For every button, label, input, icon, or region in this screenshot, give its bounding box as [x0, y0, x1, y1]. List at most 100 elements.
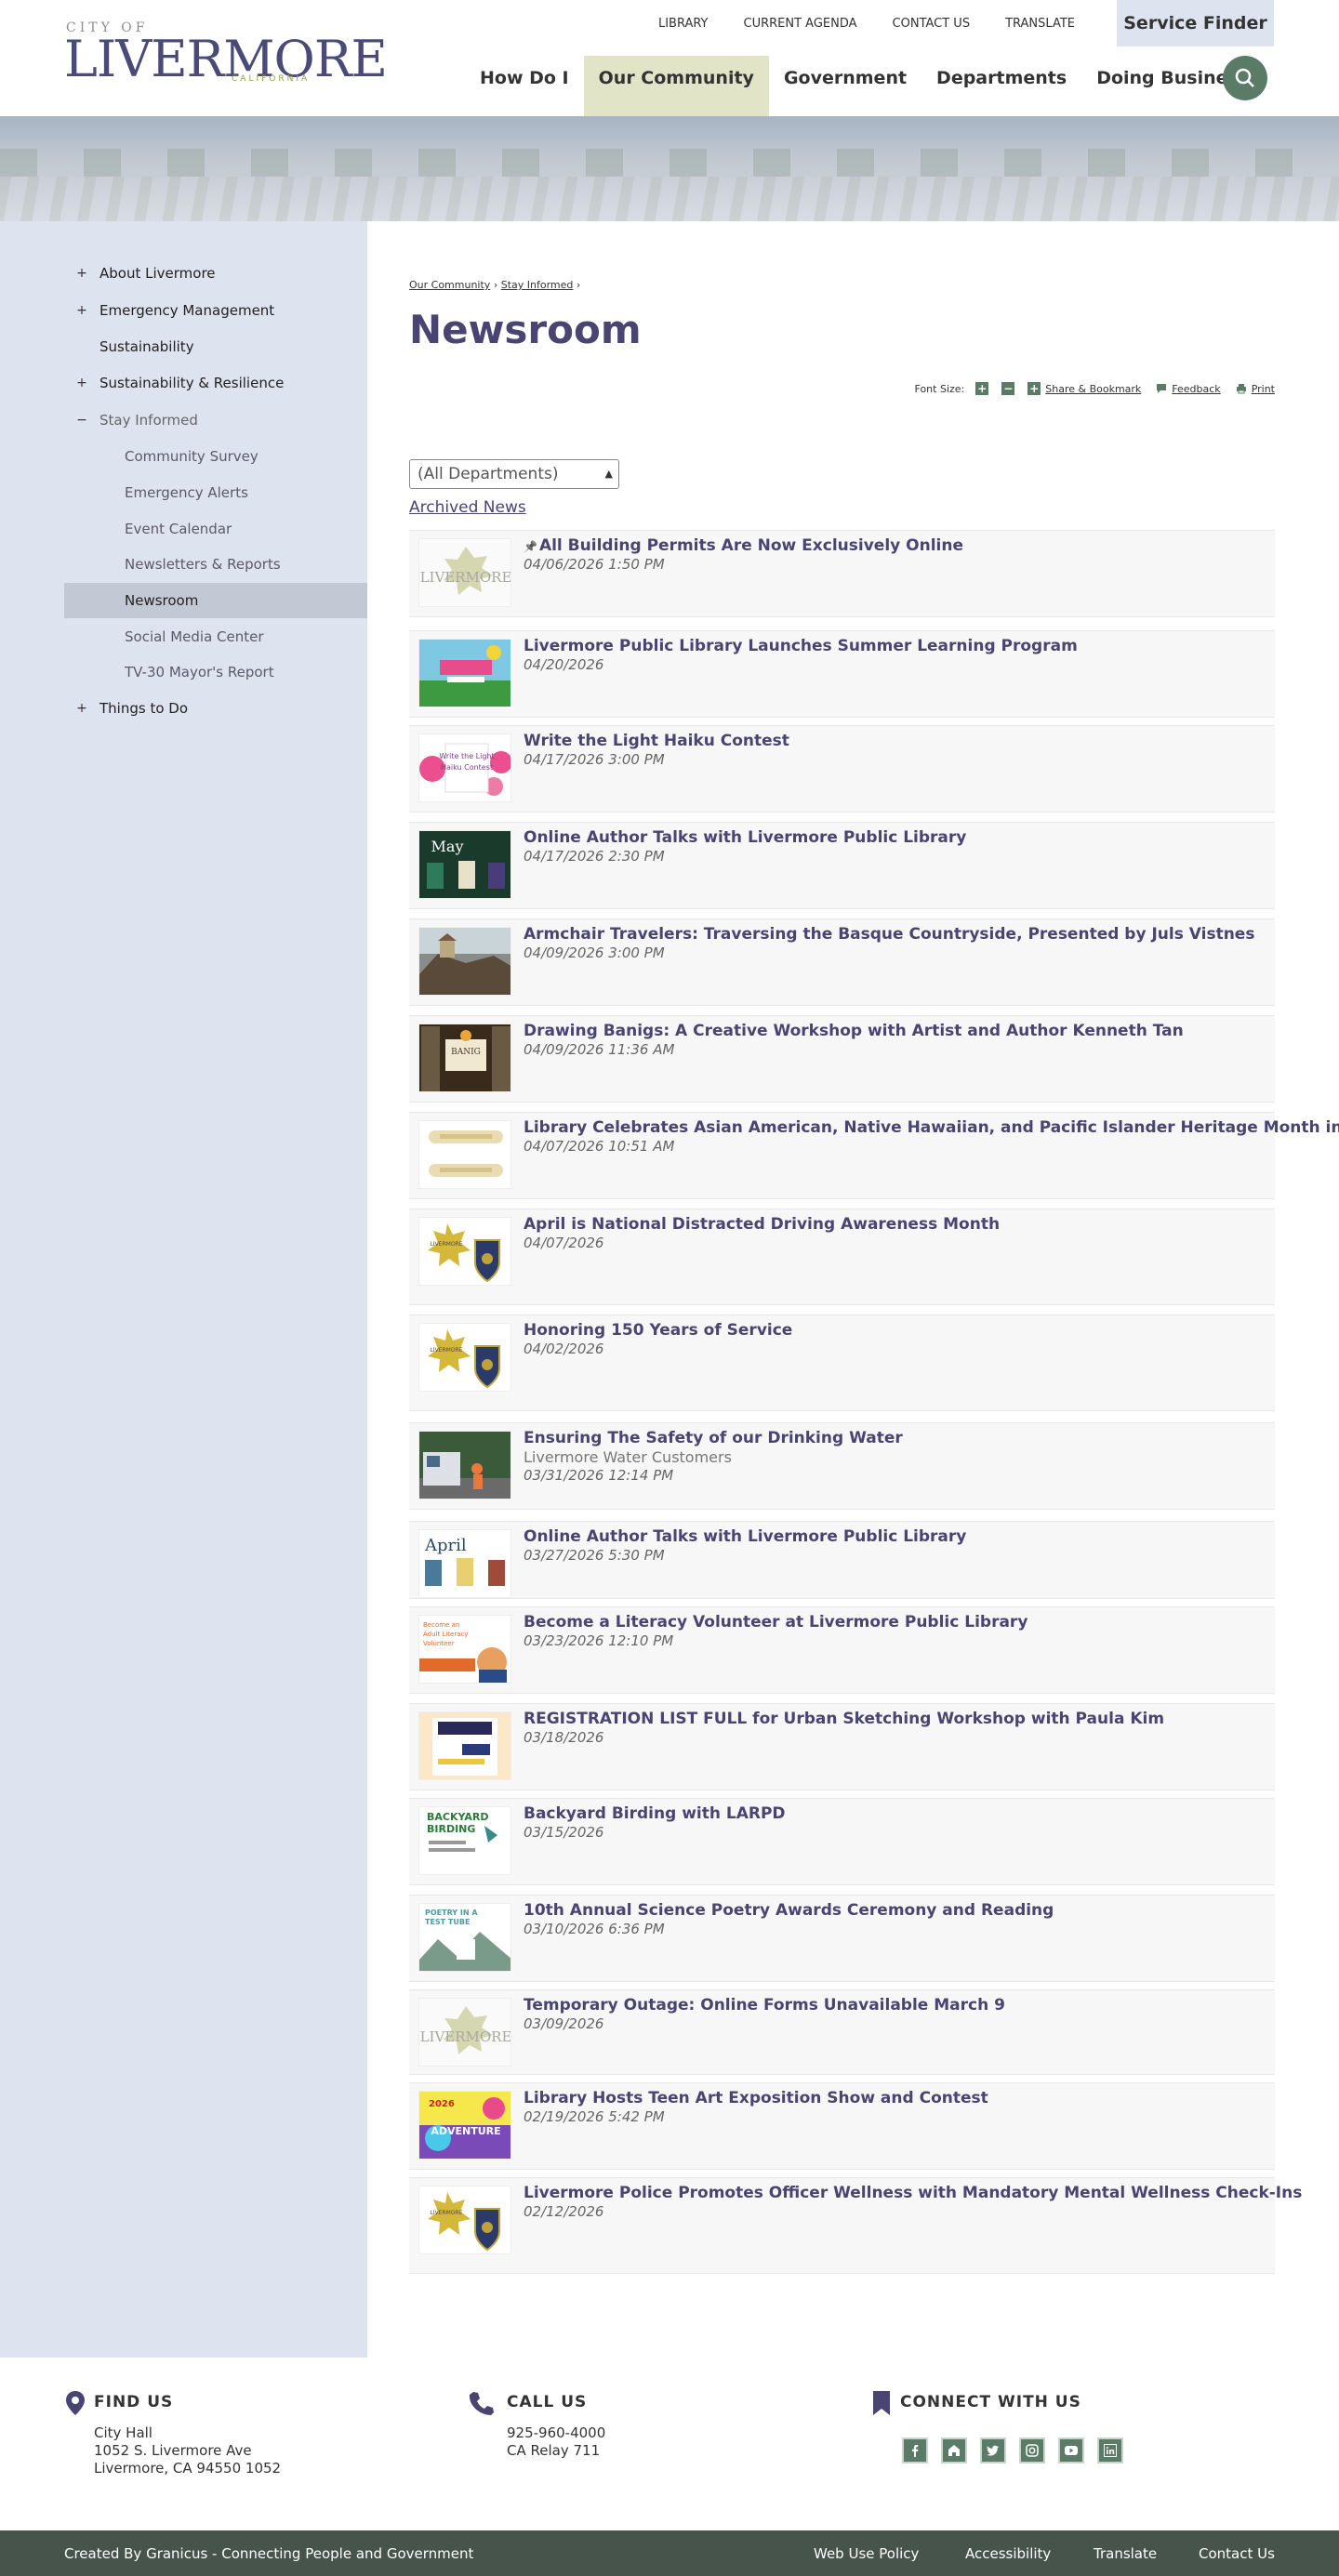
- font-decrease-icon[interactable]: −: [1001, 382, 1015, 395]
- print-link[interactable]: Print: [1252, 383, 1275, 395]
- news-item[interactable]: LIVERMORE Temporary Outage: Online Forms …: [409, 1989, 1275, 2075]
- util-link-translate[interactable]: TRANSLATE: [1005, 0, 1075, 46]
- nav-how-do-i[interactable]: How Do I: [465, 56, 584, 116]
- news-title[interactable]: Online Author Talks with Livermore Publi…: [524, 1527, 966, 1546]
- news-thumbnail[interactable]: [418, 639, 511, 707]
- news-title[interactable]: Livermore Police Promotes Officer Wellne…: [524, 2184, 1302, 2202]
- news-thumbnail[interactable]: [418, 1120, 511, 1189]
- nav-government[interactable]: Government: [769, 56, 921, 116]
- sidebar-sub-social-media[interactable]: Social Media Center: [64, 619, 367, 654]
- sidebar-sub-community-survey[interactable]: Community Survey: [64, 439, 367, 474]
- print-icon[interactable]: [1236, 383, 1247, 394]
- share-bookmark-link[interactable]: Share & Bookmark: [1045, 383, 1141, 395]
- nav-our-community[interactable]: Our Community: [583, 56, 769, 116]
- news-thumbnail[interactable]: Become an Adult Literacy Volunteer: [418, 1615, 511, 1684]
- news-thumbnail[interactable]: April: [418, 1529, 511, 1598]
- news-title[interactable]: Write the Light Haiku Contest: [524, 732, 789, 750]
- news-thumbnail[interactable]: BANIG: [418, 1024, 511, 1092]
- news-title[interactable]: Armchair Travelers: Traversing the Basqu…: [524, 925, 1254, 944]
- news-thumbnail[interactable]: LIVERMORE: [418, 1323, 511, 1392]
- news-item[interactable]: Livermore Public Library Launches Summer…: [409, 630, 1275, 718]
- expand-icon[interactable]: +: [75, 293, 88, 328]
- news-item[interactable]: May Online Author Talks with Livermore Pu…: [409, 822, 1275, 909]
- news-title[interactable]: Drawing Banigs: A Creative Workshop with…: [524, 1022, 1184, 1040]
- sidebar-item-things-to-do[interactable]: + Things to Do: [64, 691, 367, 726]
- news-title[interactable]: Become a Literacy Volunteer at Livermore…: [524, 1613, 1027, 1631]
- news-thumbnail[interactable]: Write the Light Haiku Contest: [418, 733, 511, 802]
- sidebar-item-about[interactable]: + About Livermore: [64, 256, 367, 291]
- sidebar-item-emergency-management[interactable]: + Emergency Management: [64, 293, 367, 328]
- youtube-icon[interactable]: [1058, 2437, 1084, 2464]
- news-title[interactable]: Ensuring The Safety of our Drinking Wate…: [524, 1429, 903, 1447]
- collapse-icon[interactable]: −: [75, 403, 88, 438]
- news-item[interactable]: POETRY IN A TEST TUBE 10th Annual Science …: [409, 1895, 1275, 1982]
- expand-icon[interactable]: +: [75, 691, 88, 726]
- sidebar-item-sustainability[interactable]: Sustainability: [64, 329, 367, 364]
- linkedin-icon[interactable]: [1097, 2437, 1123, 2464]
- expand-icon[interactable]: +: [75, 365, 88, 401]
- search-button[interactable]: [1223, 56, 1267, 100]
- news-item[interactable]: April Online Author Talks with Livermore …: [409, 1521, 1275, 1599]
- news-thumbnail[interactable]: LIVERMORE: [418, 538, 511, 607]
- util-link-agenda[interactable]: CURRENT AGENDA: [744, 0, 857, 46]
- news-item[interactable]: LIVERMORE 📌 All Building Permits Are Now E…: [409, 530, 1275, 617]
- news-item[interactable]: 2026 ADVENTURE Library Hosts Teen Art Expo…: [409, 2082, 1275, 2170]
- news-title[interactable]: 📌 All Building Permits Are Now Exclusivel…: [524, 536, 963, 555]
- news-title[interactable]: Livermore Public Library Launches Summer…: [524, 637, 1078, 655]
- feedback-link[interactable]: Feedback: [1172, 383, 1220, 395]
- feedback-icon[interactable]: [1156, 383, 1167, 394]
- sidebar-sub-emergency-alerts[interactable]: Emergency Alerts: [64, 475, 367, 510]
- news-title[interactable]: Library Celebrates Asian American, Nativ…: [524, 1118, 1339, 1137]
- news-title[interactable]: Online Author Talks with Livermore Publi…: [524, 828, 966, 847]
- sidebar-sub-newsroom[interactable]: Newsroom: [64, 583, 367, 618]
- news-thumbnail[interactable]: 2026 ADVENTURE: [418, 2091, 511, 2160]
- sidebar-sub-newsletters[interactable]: Newsletters & Reports: [64, 547, 367, 582]
- news-item[interactable]: LIVERMORE Livermore Police Promotes Offic…: [409, 2177, 1302, 2274]
- nav-departments[interactable]: Departments: [921, 56, 1081, 116]
- web-use-policy-link[interactable]: Web Use Policy: [814, 2545, 919, 2562]
- news-item[interactable]: BACKYARD BIRDING Backyard Birding with LAR…: [409, 1798, 1275, 1885]
- sidebar-item-sustainability-resilience[interactable]: + Sustainability & Resilience: [64, 365, 367, 401]
- util-link-contact[interactable]: CONTACT US: [893, 0, 971, 46]
- news-item[interactable]: SKETCHING REGISTRATION LIST FULL for Urba…: [409, 1703, 1275, 1790]
- archived-news-link[interactable]: Archived News: [409, 498, 526, 517]
- news-title[interactable]: April is National Distracted Driving Awa…: [524, 1215, 1000, 1234]
- news-item[interactable]: Become an Adult Literacy Volunteer Become a…: [409, 1606, 1275, 1694]
- share-icon[interactable]: +: [1027, 382, 1041, 395]
- city-logo[interactable]: CITY OF LIVERMORE CALIFORNIA: [64, 20, 388, 90]
- breadcrumb-our-community[interactable]: Our Community: [409, 279, 490, 291]
- font-increase-icon[interactable]: +: [975, 382, 989, 395]
- news-thumbnail[interactable]: [418, 1431, 511, 1499]
- sidebar-sub-event-calendar[interactable]: Event Calendar: [64, 511, 367, 547]
- news-item[interactable]: BANIG Drawing Banigs: A Creative Workshop…: [409, 1015, 1275, 1103]
- news-item[interactable]: LIVERMORE Honoring 150 Years of Service 04…: [409, 1314, 1275, 1411]
- sidebar-item-stay-informed[interactable]: − Stay Informed: [64, 403, 367, 438]
- news-thumbnail[interactable]: LIVERMORE: [418, 1998, 511, 2067]
- granicus-credit[interactable]: Created By Granicus - Connecting People …: [64, 2545, 473, 2562]
- news-thumbnail[interactable]: [418, 927, 511, 996]
- expand-icon[interactable]: +: [75, 256, 88, 291]
- news-thumbnail[interactable]: POETRY IN A TEST TUBE: [418, 1903, 511, 1972]
- facebook-icon[interactable]: [902, 2437, 928, 2464]
- news-thumbnail[interactable]: May: [418, 830, 511, 899]
- news-thumbnail[interactable]: BACKYARD BIRDING: [418, 1806, 511, 1875]
- news-title[interactable]: Honoring 150 Years of Service: [524, 1321, 792, 1340]
- sidebar-sub-tv30[interactable]: TV-30 Mayor's Report: [64, 654, 367, 690]
- accessibility-link[interactable]: Accessibility: [965, 2545, 1051, 2562]
- news-thumbnail[interactable]: LIVERMORE: [418, 2186, 511, 2254]
- contact-us-link[interactable]: Contact Us: [1199, 2545, 1275, 2562]
- news-item[interactable]: Write the Light Haiku Contest Write the Li…: [409, 725, 1275, 812]
- translate-link[interactable]: Translate: [1094, 2545, 1157, 2562]
- news-title[interactable]: Library Hosts Teen Art Exposition Show a…: [524, 2089, 988, 2107]
- news-title[interactable]: Temporary Outage: Online Forms Unavailab…: [524, 1996, 1005, 2015]
- footer-phone[interactable]: 925-960-4000: [507, 2424, 605, 2441]
- instagram-icon[interactable]: [1019, 2437, 1045, 2464]
- util-link-library[interactable]: LIBRARY: [658, 0, 709, 46]
- news-thumbnail[interactable]: LIVERMORE: [418, 1217, 511, 1286]
- service-finder-button[interactable]: Service Finder: [1117, 0, 1274, 46]
- news-title[interactable]: REGISTRATION LIST FULL for Urban Sketchi…: [524, 1710, 1164, 1728]
- news-title[interactable]: Backyard Birding with LARPD: [524, 1804, 786, 1823]
- news-title[interactable]: 10th Annual Science Poetry Awards Ceremo…: [524, 1901, 1054, 1920]
- news-item[interactable]: LIVERMORE April is National Distracted Dr…: [409, 1209, 1275, 1305]
- news-thumbnail[interactable]: SKETCHING: [418, 1711, 511, 1780]
